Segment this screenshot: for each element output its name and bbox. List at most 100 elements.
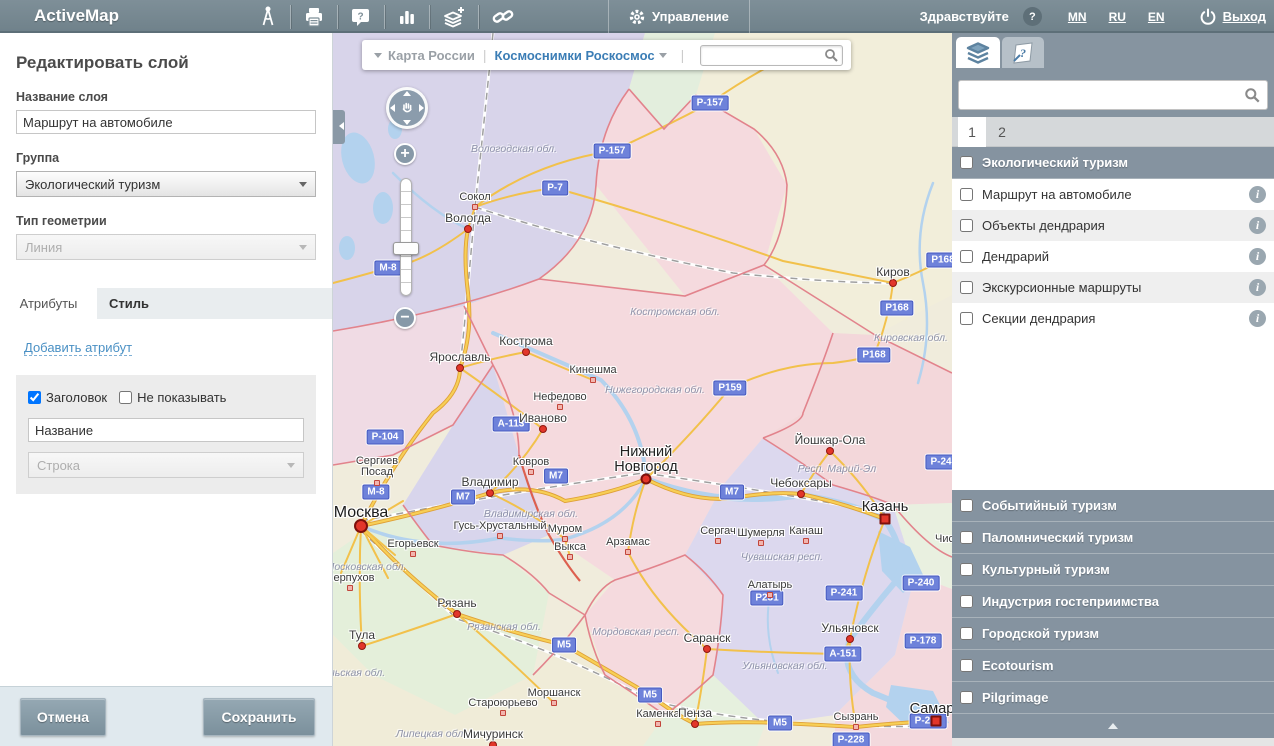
collapse-groups-button[interactable]: [952, 714, 1274, 738]
layer-row[interactable]: Экскурсионные маршрутыi: [952, 272, 1274, 303]
layer-row[interactable]: Секции дендрарияi: [952, 303, 1274, 334]
road-badge: М-8: [362, 485, 389, 500]
group-header[interactable]: Pilgrimage: [952, 682, 1274, 714]
layer-row[interactable]: Объекты дендрарияi: [952, 210, 1274, 241]
search-icon[interactable]: [1244, 87, 1261, 104]
pan-right-icon[interactable]: [419, 104, 424, 112]
hand-icon: [400, 101, 414, 115]
map-canvas[interactable]: СоколВологдаКировКостромаЯрославльКинешм…: [333, 33, 952, 746]
layer-info-icon[interactable]: i: [1249, 186, 1266, 203]
city-label: Йошкар-Ола: [795, 433, 866, 447]
layer-info-icon[interactable]: i: [1249, 310, 1266, 327]
layer-info-icon[interactable]: i: [1249, 217, 1266, 234]
city-dot: [347, 585, 353, 591]
city-label: Арзамас: [606, 536, 650, 548]
city-dot: [889, 279, 897, 287]
print-icon[interactable]: [291, 0, 337, 33]
pan-down-icon[interactable]: [403, 120, 411, 125]
map-search-input[interactable]: [700, 45, 843, 66]
toolbar-divider: |: [483, 47, 487, 63]
add-layer-icon[interactable]: [430, 0, 478, 33]
logout-button[interactable]: Выход: [1199, 8, 1266, 26]
help-badge[interactable]: ?: [1023, 7, 1042, 26]
page-1[interactable]: 1: [958, 117, 986, 147]
group-header[interactable]: Городской туризм: [952, 618, 1274, 650]
collapse-left-panel-button[interactable]: [333, 110, 345, 144]
group-visibility-checkbox[interactable]: [960, 659, 973, 672]
management-button[interactable]: Управление: [608, 0, 750, 33]
layers-search-input[interactable]: [958, 80, 1268, 110]
zoom-out-button[interactable]: −: [394, 307, 416, 329]
attribute-name-input[interactable]: [28, 418, 304, 442]
group-visibility-checkbox[interactable]: [960, 563, 973, 576]
layer-source-selector[interactable]: Космоснимки Роскосмос: [495, 48, 655, 63]
region-label: Респ. Марий-Эл: [798, 463, 876, 475]
tab-legend-help[interactable]: ?: [1002, 37, 1044, 68]
save-button[interactable]: Сохранить: [203, 698, 315, 736]
search-icon[interactable]: [824, 48, 839, 63]
chevron-down-icon[interactable]: [659, 53, 667, 62]
group-visibility-checkbox[interactable]: [960, 595, 973, 608]
layer-visibility-checkbox[interactable]: [960, 219, 973, 232]
city-label: Самара: [910, 701, 952, 717]
pan-control[interactable]: [386, 87, 428, 129]
group-header[interactable]: Паломнический туризм: [952, 522, 1274, 554]
lang-en[interactable]: EN: [1148, 10, 1165, 24]
group-visibility-checkbox[interactable]: [960, 531, 973, 544]
tab-layers[interactable]: [956, 37, 1000, 68]
tab-style[interactable]: Стиль: [97, 288, 161, 319]
city-label: Выкса: [554, 541, 586, 553]
city-label: Чебоксары: [770, 476, 831, 490]
svg-text:?: ?: [357, 11, 363, 22]
base-map-selector[interactable]: Карта России: [388, 48, 475, 63]
city-dot: [472, 204, 478, 210]
group-name: Индустрия гостеприимства: [982, 594, 1159, 609]
city-label: Чист: [935, 533, 952, 545]
help-bubble-icon[interactable]: ?: [338, 0, 384, 33]
group-header[interactable]: Ecotourism: [952, 650, 1274, 682]
layer-row[interactable]: Дендрарийi: [952, 241, 1274, 272]
zoom-slider[interactable]: [400, 178, 412, 296]
group-visibility-checkbox[interactable]: [960, 156, 973, 169]
city-dot: [486, 489, 494, 497]
group-visibility-checkbox[interactable]: [960, 499, 973, 512]
group-header-expanded[interactable]: Экологический туризм: [952, 147, 1274, 179]
layers-icon: [965, 41, 991, 65]
bar-chart-icon[interactable]: [385, 0, 429, 33]
link-icon[interactable]: [479, 0, 527, 33]
lang-ru[interactable]: RU: [1109, 10, 1126, 24]
layer-visibility-checkbox[interactable]: [960, 250, 973, 263]
hide-checkbox[interactable]: [119, 391, 132, 404]
group-visibility-checkbox[interactable]: [960, 627, 973, 640]
layer-name-input[interactable]: [16, 110, 316, 134]
layers-panel-bottom-strip: [952, 738, 1274, 746]
lang-mn[interactable]: MN: [1068, 10, 1087, 24]
title-checkbox[interactable]: [28, 391, 41, 404]
pan-left-icon[interactable]: [390, 104, 395, 112]
layer-visibility-checkbox[interactable]: [960, 188, 973, 201]
group-header[interactable]: Культурный туризм: [952, 554, 1274, 586]
zoom-slider-handle[interactable]: [393, 242, 419, 255]
measure-tool-icon[interactable]: [246, 0, 290, 33]
layer-visibility-checkbox[interactable]: [960, 312, 973, 325]
layer-info-icon[interactable]: i: [1249, 279, 1266, 296]
city-dot: [826, 447, 834, 455]
add-attribute-link[interactable]: Добавить атрибут: [24, 340, 132, 356]
layer-row[interactable]: Маршрут на автомобилеi: [952, 179, 1274, 210]
chevron-down-icon: [299, 245, 307, 254]
city-dot: [703, 645, 711, 653]
tab-attributes[interactable]: Атрибуты: [0, 288, 97, 319]
layer-visibility-checkbox[interactable]: [960, 281, 973, 294]
city-dot: [489, 741, 497, 746]
chevron-down-icon[interactable]: [374, 53, 382, 62]
zoom-in-button[interactable]: +: [394, 143, 416, 165]
layer-info-icon[interactable]: i: [1249, 248, 1266, 265]
cancel-button[interactable]: Отмена: [20, 698, 106, 736]
group-header[interactable]: Событийный туризм: [952, 490, 1274, 522]
group-header[interactable]: Индустрия гостеприимства: [952, 586, 1274, 618]
page-2[interactable]: 2: [988, 117, 1016, 147]
region-label: льская обл.: [333, 667, 385, 679]
group-visibility-checkbox[interactable]: [960, 691, 973, 704]
group-select[interactable]: Экологический туризм: [16, 171, 316, 197]
pan-up-icon[interactable]: [403, 91, 411, 96]
